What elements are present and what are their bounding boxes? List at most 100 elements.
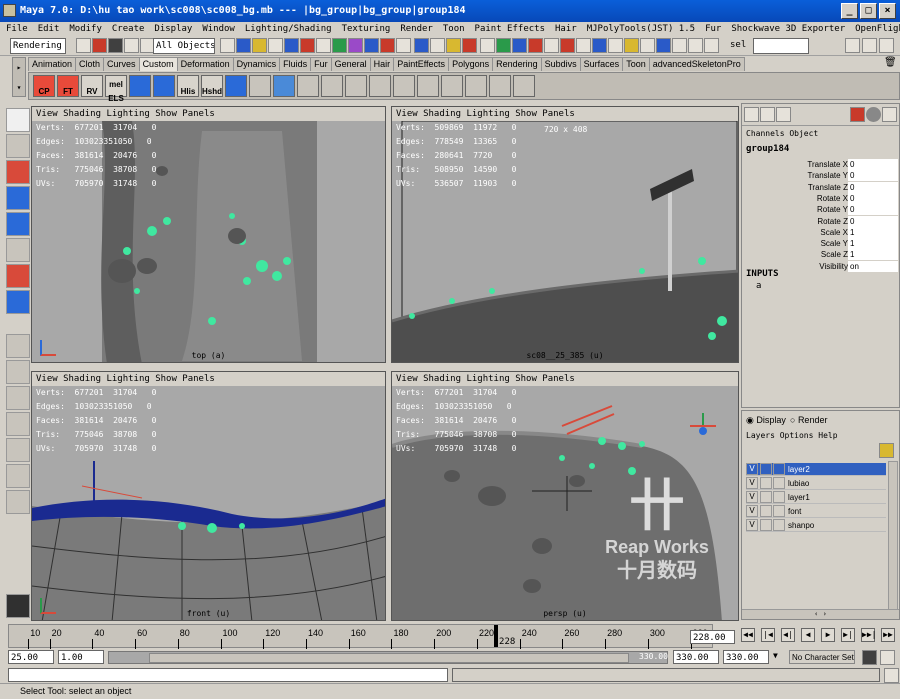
mel-command-input[interactable] [8,668,448,682]
lasso-tool-icon[interactable] [6,134,30,158]
script-editor-button-icon[interactable] [884,668,899,683]
menu-item-shockwave-3d-exporter[interactable]: Shockwave 3D Exporter [725,24,849,34]
viewport-menu-bar[interactable]: View Shading Lighting Show Panels [392,372,738,386]
channel-row[interactable]: Scale Y1 [802,238,898,250]
menu-item-render[interactable]: Render [394,24,437,34]
layer-scrollbar[interactable] [888,461,898,611]
auto-key-icon[interactable] [862,650,877,665]
channel-value[interactable]: 0 [848,170,898,182]
channel-value[interactable]: 1 [848,226,898,238]
layer-playback-toggle[interactable] [760,491,772,503]
shelf-button-hshd[interactable]: Hshd [201,75,223,97]
layout-graph-icon[interactable] [6,464,30,488]
construction-history-icon[interactable] [480,38,495,53]
viewport-camera[interactable]: View Shading Lighting Show Panels Verts:… [391,106,739,363]
snap-curve-icon[interactable] [364,38,379,53]
viewport-canvas-front[interactable]: Verts: 677201 31704 0 Edges: 10302335105… [32,386,385,620]
new-layer-icon[interactable] [879,443,894,458]
select-hierarchy-icon[interactable] [124,38,139,53]
mask-curves-icon[interactable] [252,38,267,53]
minimize-button[interactable]: _ [841,3,858,19]
hypershade-icon[interactable] [512,38,527,53]
mask-joints-icon[interactable] [236,38,251,53]
menu-item-file[interactable]: File [0,24,32,34]
layer-playback-toggle[interactable] [760,477,772,489]
time-ruler[interactable]: 10 20 40 60 80 100 120 140 160 180 200 220 240 260 280… [8,624,713,649]
layout-stack-icon[interactable] [6,412,30,436]
mask-deformations-icon[interactable] [284,38,299,53]
shelf-tab-custom[interactable]: Custom [138,57,178,71]
shelf-tab-deformation[interactable]: Deformation [176,57,234,71]
channel-box-menu[interactable]: Channels Object [746,129,818,138]
uv-editor-icon[interactable] [624,38,639,53]
menu-item-modify[interactable]: Modify [63,24,106,34]
snap-view-icon[interactable] [396,38,411,53]
current-frame-field[interactable]: 228.00 [690,630,735,644]
render-icon[interactable] [430,38,445,53]
layer-row[interactable]: Vlayer1 [746,491,886,504]
channel-value[interactable]: 1 [848,238,898,250]
layer-color-swatch[interactable] [773,491,785,503]
selection-mask-dropdown[interactable]: All Objects [153,38,215,54]
shelf-tab-surfaces[interactable]: Surfaces [579,57,624,71]
quick-selection-field[interactable] [753,38,809,54]
channel-row[interactable]: Rotate Y0 [802,204,898,216]
new-scene-icon[interactable] [76,38,91,53]
maximize-button[interactable]: □ [860,3,877,19]
menu-item-mjpolytools-jst-1-5[interactable]: MJPolyTools(JST) 1.5 [581,24,699,34]
animation-prefs-icon[interactable] [880,650,895,665]
viewport-menu-bar[interactable]: View Shading Lighting Show Panels [32,107,385,121]
shelf-tab-subdivs[interactable]: Subdivs [540,57,581,71]
layer-playback-toggle[interactable] [760,519,772,531]
channel-sphere-icon[interactable] [866,107,881,122]
channel-row[interactable]: Visibility on [802,260,898,272]
channel-value[interactable]: 0 [848,181,898,193]
tool-settings-icon[interactable] [576,38,591,53]
attribute-editor-icon[interactable] [560,38,575,53]
snap-point-icon[interactable] [380,38,395,53]
channel-box-toggle-icon[interactable] [592,38,607,53]
menu-item-fur[interactable]: Fur [699,24,725,34]
paint-select-tool-icon[interactable] [6,160,30,184]
script-editor-icon[interactable] [608,38,623,53]
render-layer-radio[interactable]: ○ Render [790,415,827,425]
render-layer-icon[interactable] [672,38,687,53]
layer-row[interactable]: Vlubiao [746,477,886,490]
shelf-tab-curves[interactable]: Curves [103,57,140,71]
time-slider[interactable]: 10 20 40 60 80 100 120 140 160 180 200 220 240 260 280… [0,622,900,649]
play-backward-icon[interactable]: ◀ [801,628,815,642]
channel-value[interactable]: 0 [848,159,898,170]
shelf-cube-icon[interactable] [129,75,151,97]
go-to-start-icon[interactable]: ◀◀ [741,628,755,642]
shelf-bend-icon[interactable] [345,75,367,97]
channel-row[interactable]: Translate Y0 [802,170,898,182]
layer-editor-menu[interactable]: Layers Options Help [746,431,838,440]
shelf-tab-advancedskeletonpro[interactable]: advancedSkeletonPro [648,57,745,71]
layout-side-icon[interactable] [6,386,30,410]
timeline-icon[interactable] [704,38,719,53]
channel-row[interactable]: Rotate Z0 [802,215,898,227]
outliner-icon[interactable] [544,38,559,53]
layer-visibility-toggle[interactable]: V [746,477,758,489]
channel-row[interactable]: Rotate X0 [802,192,898,204]
mask-misc-icon[interactable] [332,38,347,53]
shelf-twist-icon[interactable] [369,75,391,97]
channel-attr-icon[interactable] [760,107,775,122]
menu-item-openflight[interactable]: OpenFlight [849,24,900,34]
channel-row[interactable]: Translate X0 [802,159,898,170]
shelf-tab-toon[interactable]: Toon [622,57,650,71]
channel-settings-icon[interactable] [882,107,897,122]
render-globals-icon[interactable] [462,38,477,53]
range-handle[interactable] [149,653,629,663]
select-tool-icon[interactable] [6,108,30,132]
shelf-tab-fur[interactable]: Fur [310,57,332,71]
channel-layers-icon[interactable] [776,107,791,122]
shelf-light-icon[interactable] [417,75,439,97]
step-back-key-icon[interactable]: ◀| [781,628,795,642]
shelf-lattice-icon[interactable] [321,75,343,97]
input-node-item[interactable]: a [756,281,761,291]
layer-color-swatch[interactable] [773,463,785,475]
layer-horizontal-scrollbar[interactable]: ‹ › [742,609,899,619]
shelf-tab-fluids[interactable]: Fluids [279,57,312,71]
show-hide-channel-box-icon[interactable] [879,38,894,53]
